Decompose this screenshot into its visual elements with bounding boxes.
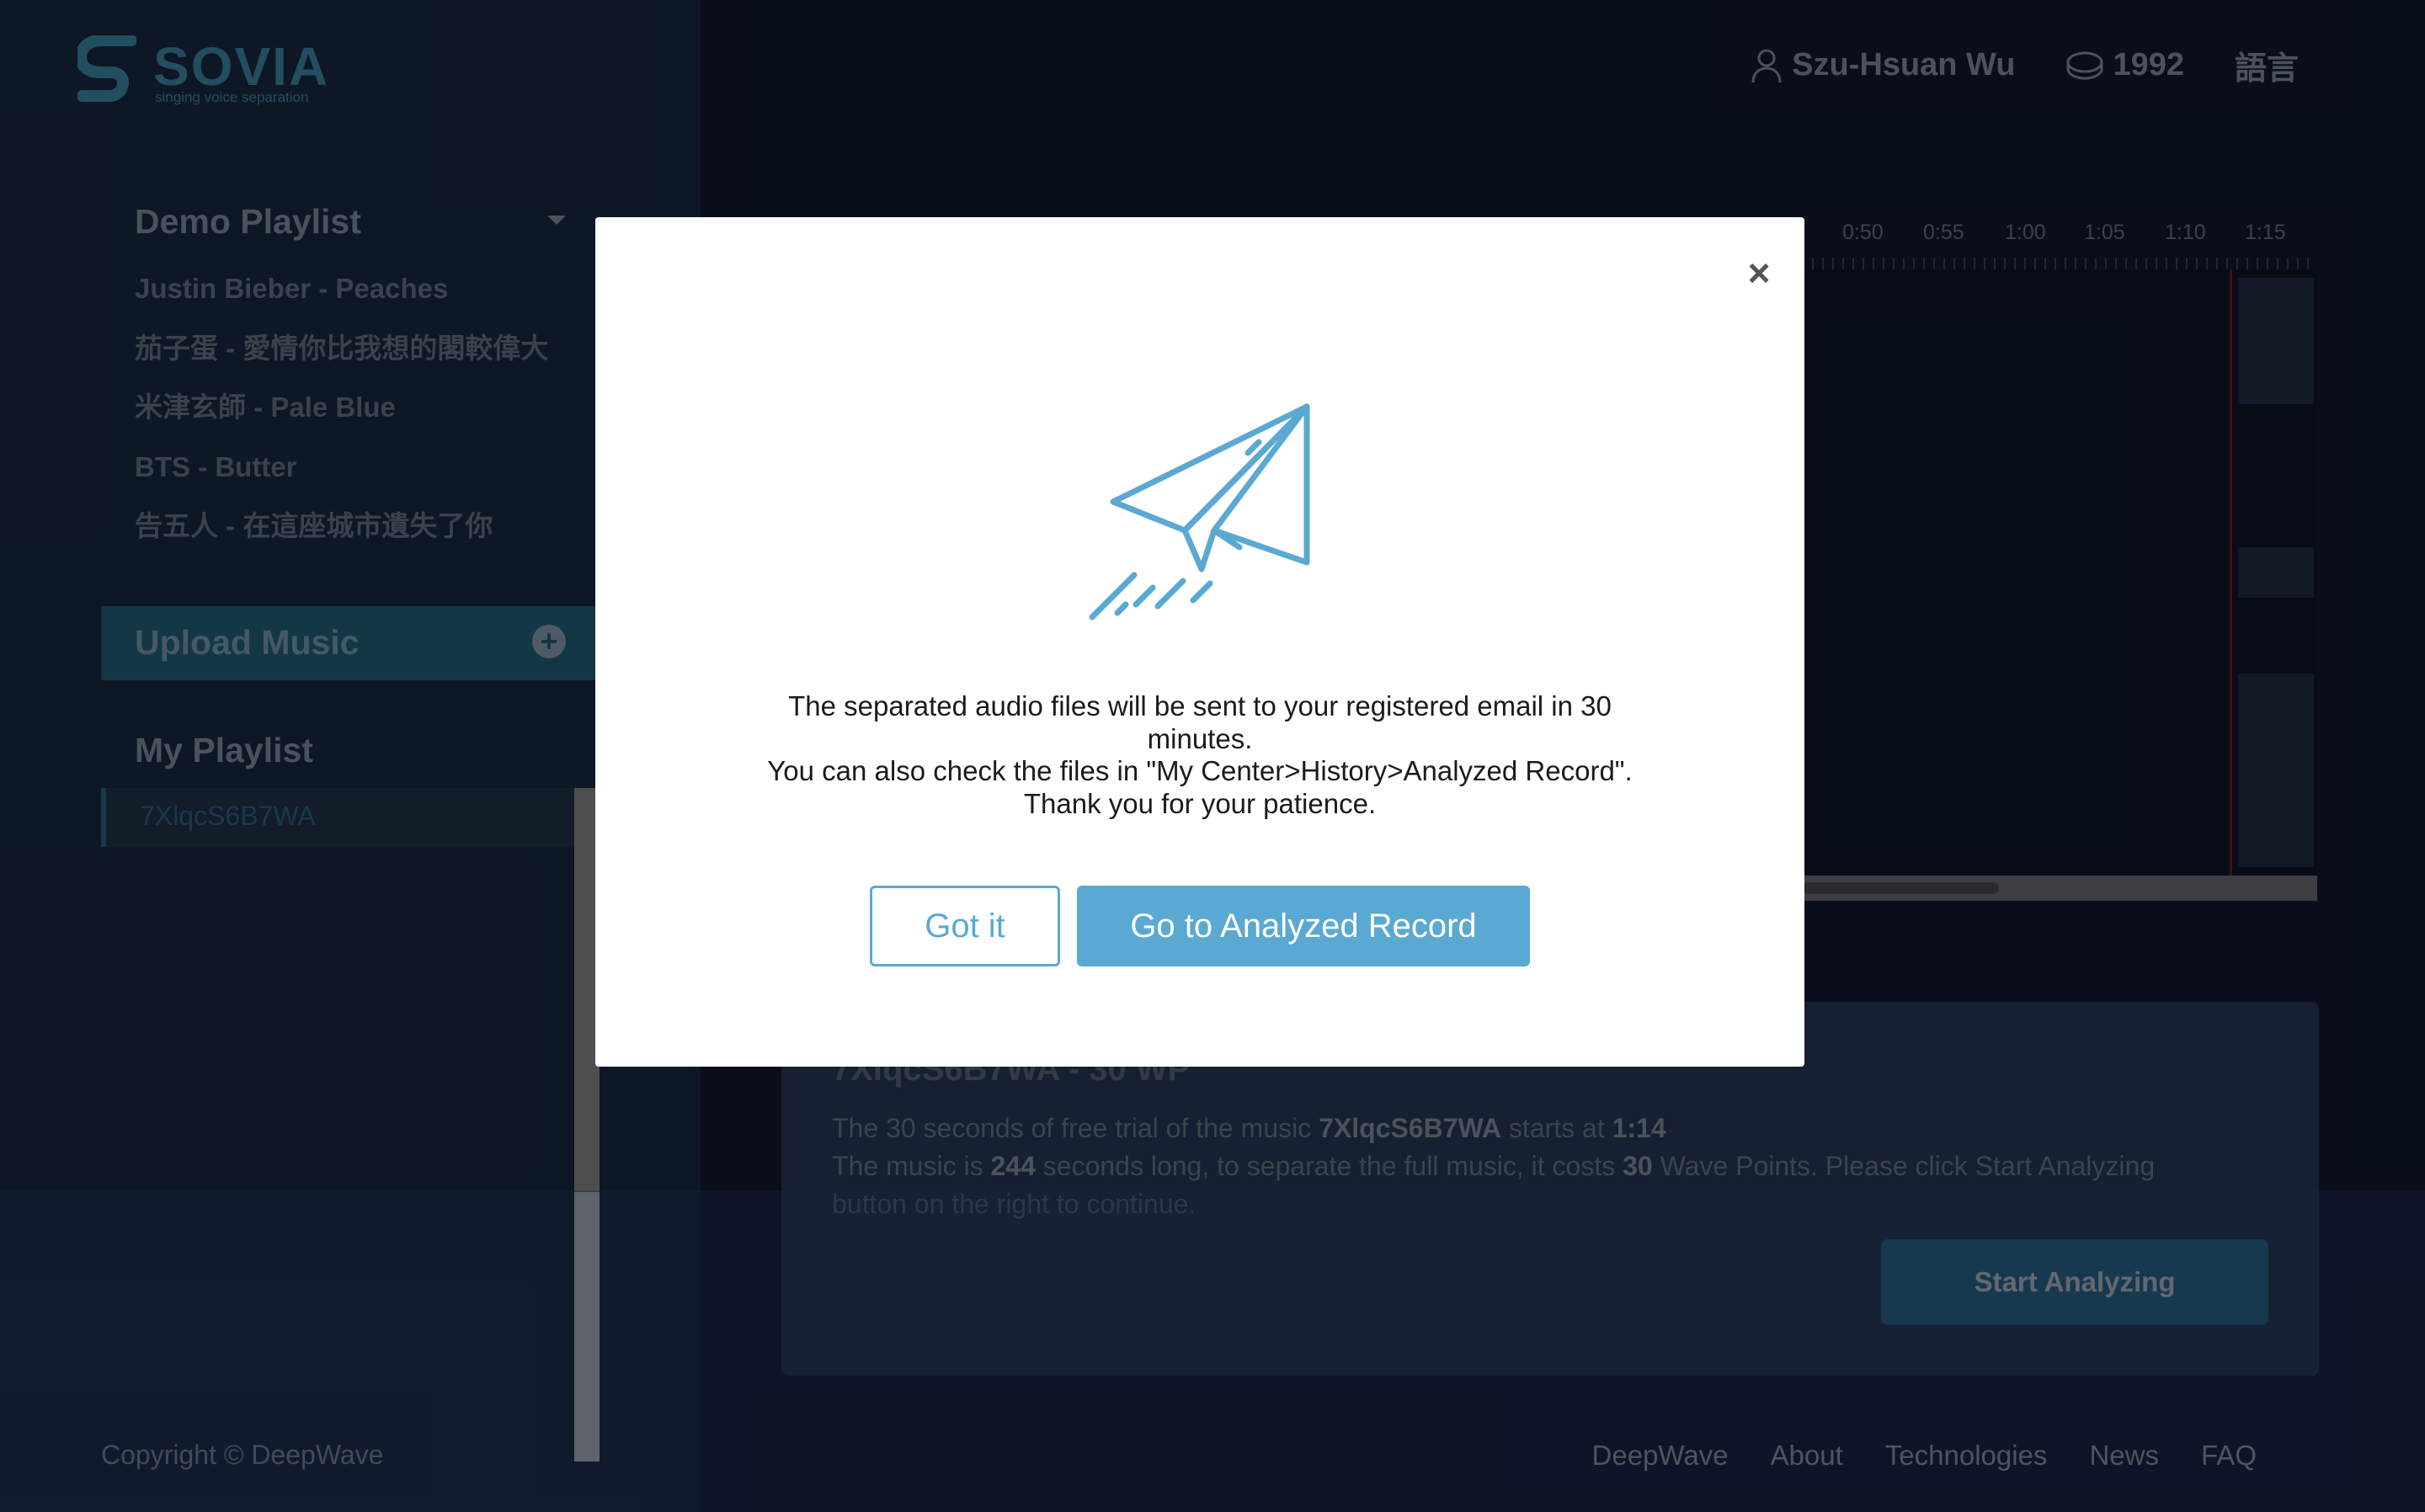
modal-message: The separated audio files will be sent t…: [764, 690, 1636, 820]
got-it-button[interactable]: Got it: [870, 886, 1060, 966]
go-to-analyzed-record-button[interactable]: Go to Analyzed Record: [1077, 886, 1530, 966]
modal-message-line: The separated audio files will be sent t…: [788, 690, 1612, 754]
close-icon[interactable]: ×: [1742, 253, 1776, 292]
confirmation-modal: × The separated audio files will be sent…: [595, 217, 1804, 1067]
paper-plane-icon: [1089, 403, 1310, 620]
modal-message-line: You can also check the files in "My Cent…: [767, 755, 1633, 786]
modal-message-line: Thank you for your patience.: [1023, 787, 1377, 819]
